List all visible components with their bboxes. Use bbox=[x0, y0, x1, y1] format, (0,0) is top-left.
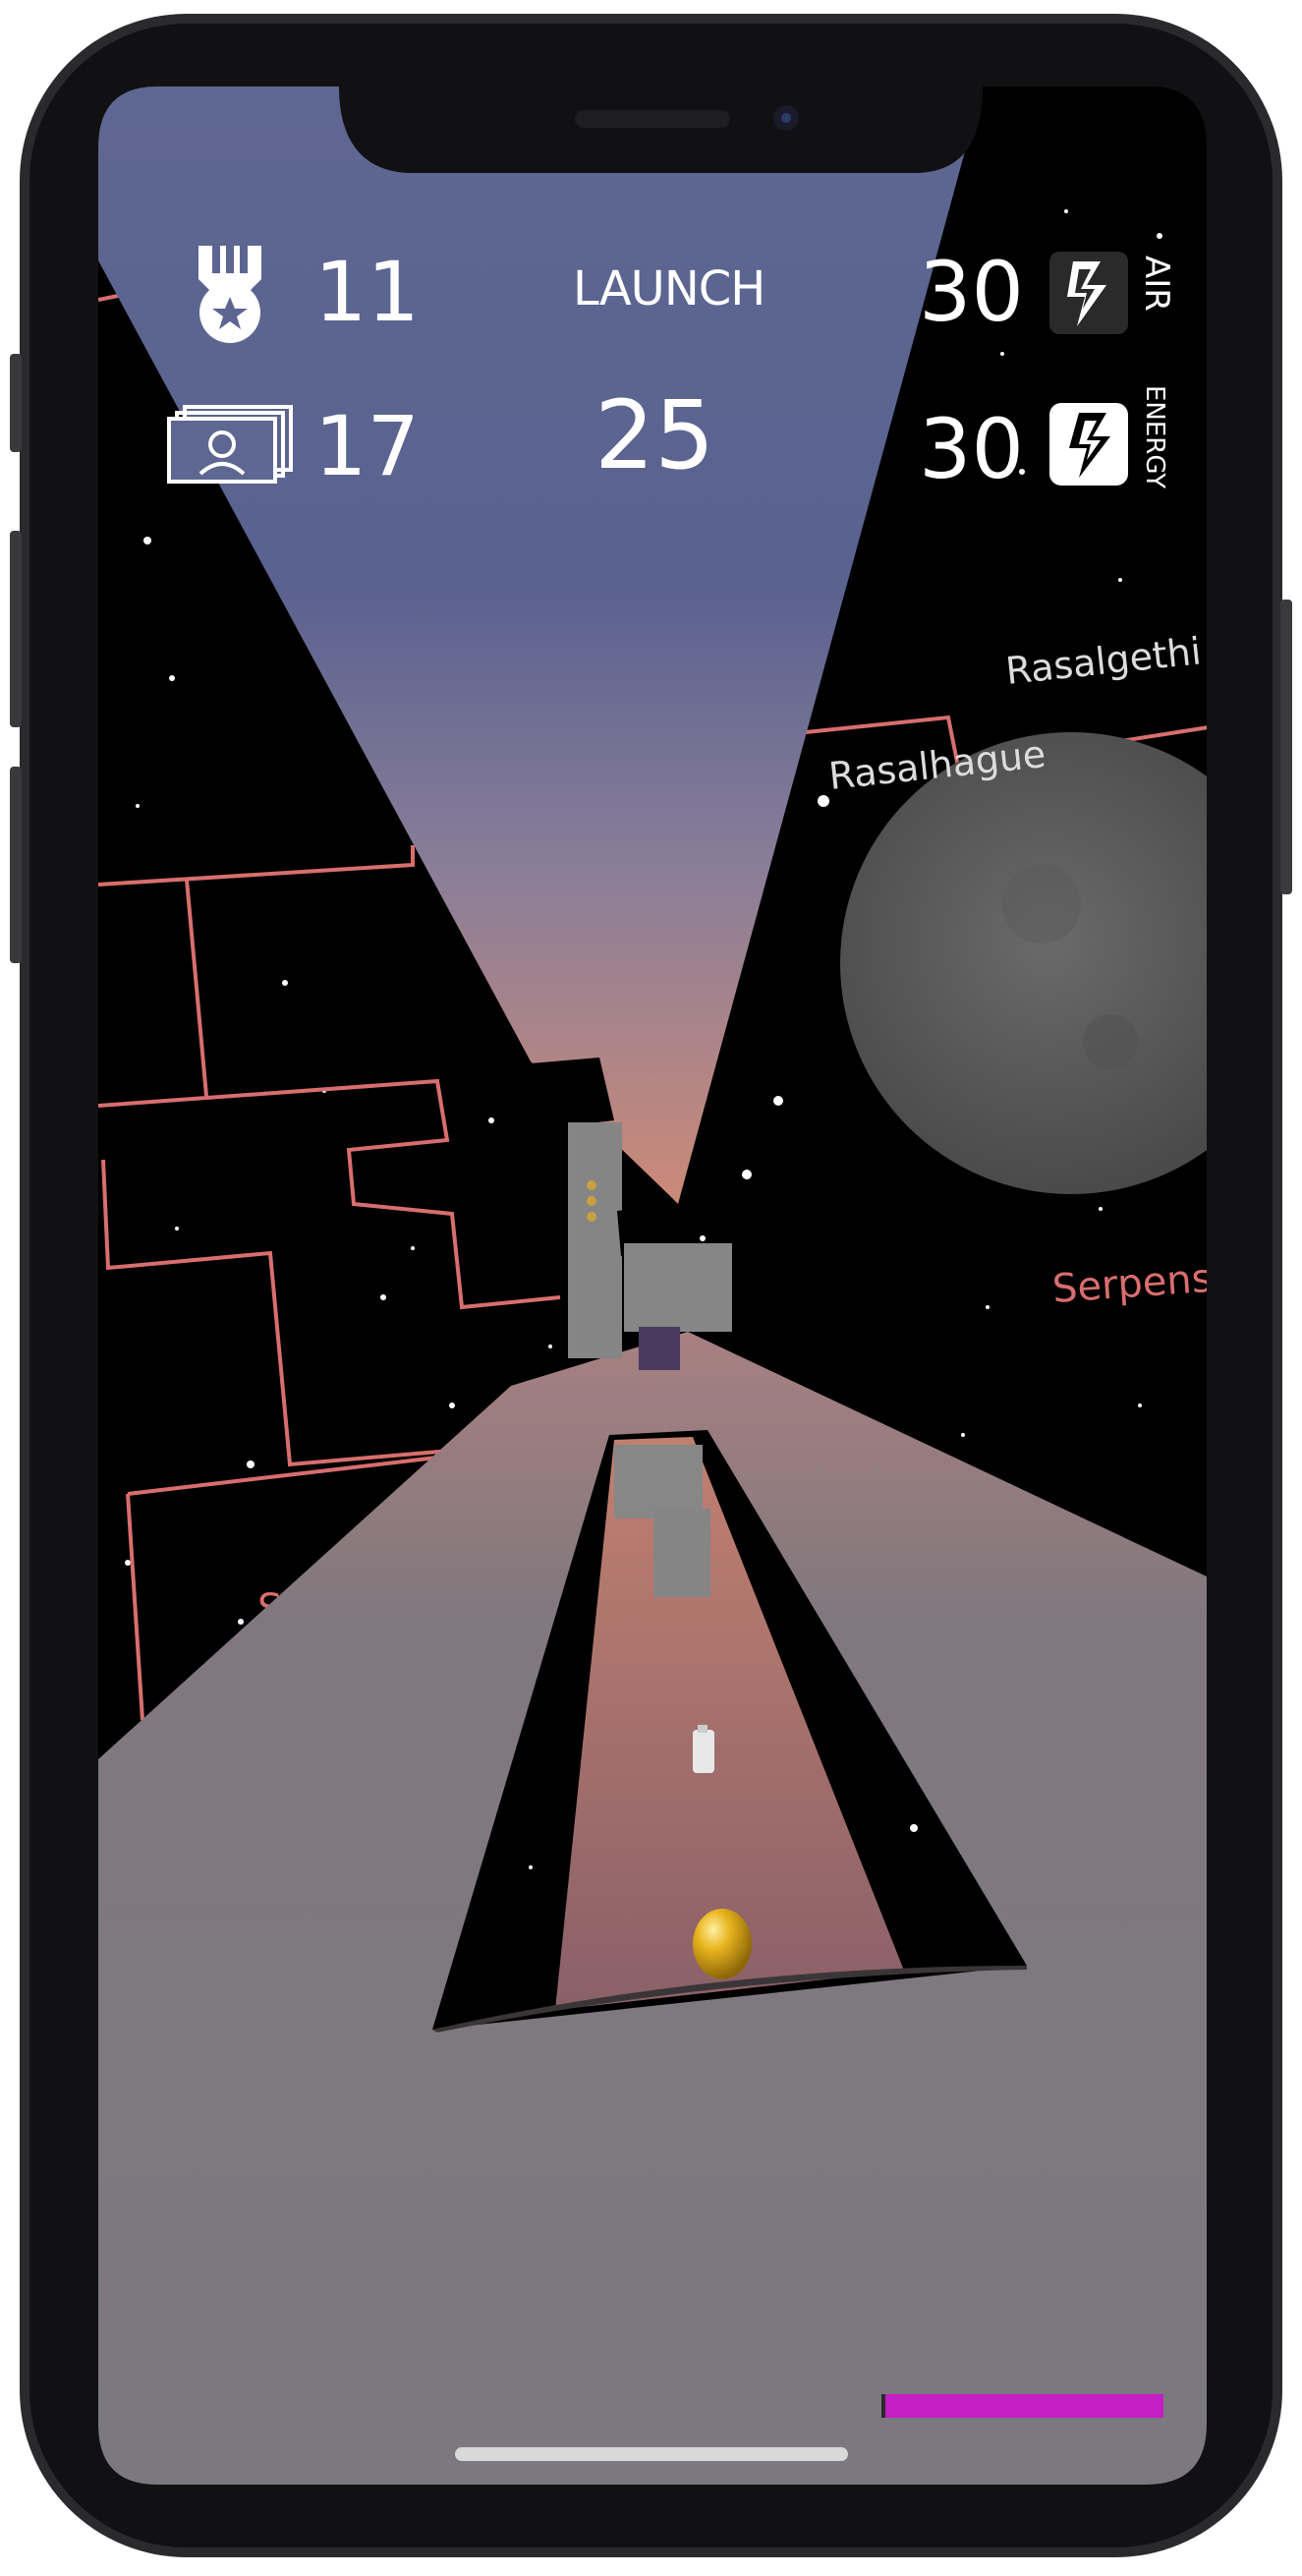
player-ball[interactable] bbox=[693, 1909, 752, 1979]
progress-bar-start bbox=[881, 2394, 885, 2418]
energy-cell-cap bbox=[698, 1725, 708, 1733]
medals-count: 11 bbox=[314, 244, 420, 340]
air-label: AIR bbox=[1137, 256, 1176, 312]
power-button bbox=[1280, 600, 1292, 894]
gap-star bbox=[529, 1865, 533, 1869]
front-camera-lens bbox=[781, 113, 791, 123]
tower-block bbox=[568, 1122, 622, 1358]
progress-bar bbox=[884, 2394, 1163, 2418]
lightning-bolt-icon bbox=[1049, 403, 1128, 486]
air-value: 30 bbox=[919, 244, 1024, 340]
portal-tile bbox=[639, 1327, 680, 1370]
earpiece-speaker bbox=[575, 110, 730, 128]
obstacle-block bbox=[653, 1509, 710, 1597]
planet-crater bbox=[1002, 865, 1081, 944]
gap-star bbox=[910, 1824, 918, 1832]
volume-up-button bbox=[10, 531, 22, 727]
mode-value: 25 bbox=[594, 380, 715, 490]
energy-cell-pickup bbox=[693, 1730, 714, 1773]
banknotes-icon bbox=[167, 405, 293, 484]
money-count: 17 bbox=[314, 398, 420, 494]
mute-switch bbox=[10, 354, 22, 452]
obstacle-block bbox=[624, 1243, 732, 1332]
home-indicator[interactable] bbox=[455, 2447, 848, 2461]
medal-icon bbox=[198, 246, 261, 343]
mode-label: LAUNCH bbox=[573, 261, 765, 316]
coin-stack bbox=[587, 1180, 596, 1222]
volume-down-button bbox=[10, 767, 22, 963]
obstacle-block bbox=[614, 1445, 703, 1518]
energy-value: 30 bbox=[919, 401, 1024, 497]
planet-crater bbox=[1083, 1014, 1138, 1069]
lightning-bolt-icon bbox=[1049, 252, 1128, 334]
energy-label: ENERGY bbox=[1140, 385, 1169, 489]
device-screenshot: Rasalgethi Rasalhague Serpens S chus bbox=[0, 0, 1302, 2571]
